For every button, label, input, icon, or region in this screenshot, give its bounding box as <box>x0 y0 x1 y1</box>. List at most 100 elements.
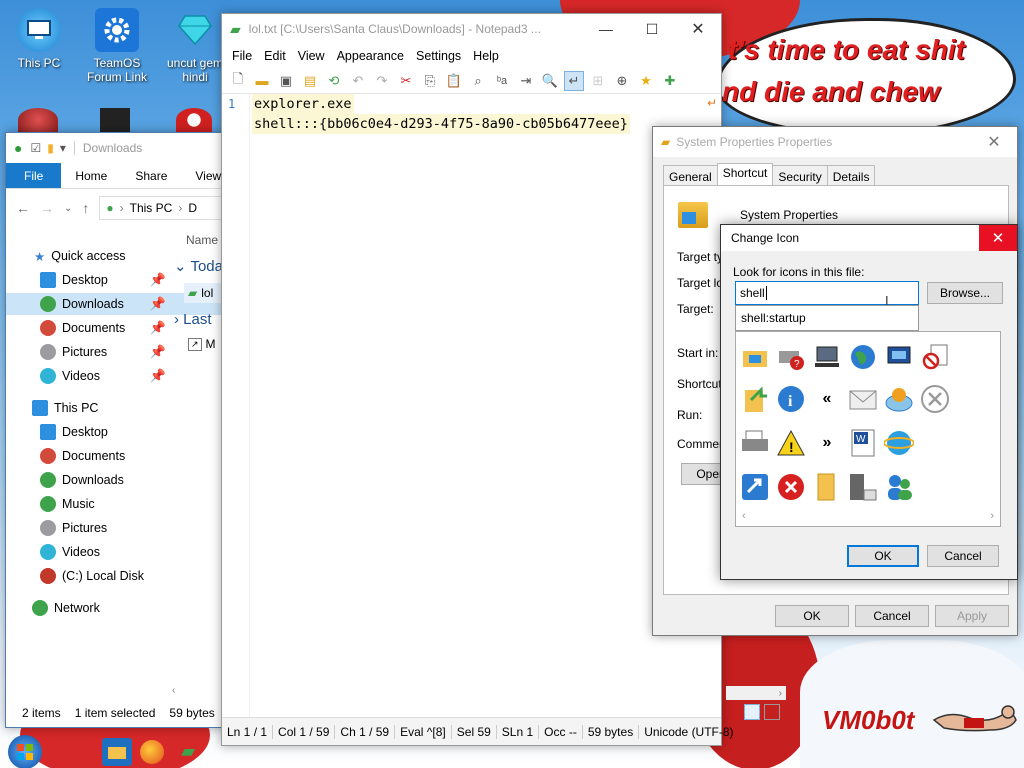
shortcut-arrow-icon[interactable] <box>738 470 772 504</box>
back-arrow-icon[interactable]: ← <box>16 200 30 216</box>
nav-music[interactable]: Music <box>6 493 226 515</box>
network-computer-icon[interactable] <box>810 340 844 374</box>
info-icon[interactable]: i <box>774 382 808 416</box>
group-last[interactable]: › Last <box>174 311 212 328</box>
desktop-icon-teamos[interactable]: TeamOS Forum Link <box>78 8 156 84</box>
cancel-button[interactable]: Cancel <box>855 605 929 627</box>
pin-icon[interactable]: 📌 <box>150 296 166 312</box>
zoom-icon[interactable]: 🔍 <box>540 71 560 91</box>
status-col[interactable]: Col 1 / 59 <box>273 724 336 739</box>
network-basket-icon[interactable] <box>882 382 916 416</box>
favorites-icon[interactable]: ★ <box>636 71 656 91</box>
status-eval[interactable]: Eval ^[8] <box>395 724 452 739</box>
nav-this-pc[interactable]: This PC <box>6 397 226 419</box>
status-occ[interactable]: Occ -- <box>539 724 583 739</box>
windows-start-icon[interactable] <box>8 734 42 768</box>
fold-icon[interactable]: ⊞ <box>588 71 608 91</box>
chevron-down-icon[interactable]: ▾ <box>60 141 66 155</box>
mail-envelope-icon[interactable] <box>846 382 880 416</box>
file-row-m[interactable]: ↗ M <box>188 337 216 351</box>
status-sel[interactable]: Sel 59 <box>452 724 497 739</box>
ok-button[interactable]: OK <box>775 605 849 627</box>
menu-settings[interactable]: Settings <box>410 49 467 63</box>
nav-videos[interactable]: Videos <box>6 541 226 563</box>
nav-network[interactable]: Network <box>6 597 226 619</box>
server-computer-icon[interactable] <box>846 470 880 504</box>
firefox-icon[interactable] <box>140 739 164 764</box>
explorer-titlebar[interactable]: ● ☑ ▮ ▾ Downloads <box>6 133 228 163</box>
folder-arrow-icon[interactable] <box>738 382 772 416</box>
revert-icon[interactable]: ⟲ <box>324 71 344 91</box>
details-view-icon[interactable] <box>744 704 760 720</box>
close-button[interactable]: ✕ <box>675 14 721 44</box>
find-icon[interactable]: ⌕ <box>468 71 488 91</box>
status-encoding[interactable]: Unicode (UTF-8) <box>639 725 738 739</box>
scroll-left-arrow-icon[interactable]: ‹ <box>742 510 746 526</box>
recent-locations-chevron-icon[interactable]: ⌄ <box>64 203 72 214</box>
copy-icon[interactable]: ⎘ <box>420 71 440 91</box>
nav-downloads[interactable]: Downloads <box>6 469 226 491</box>
status-ln[interactable]: Ln 1 / 1 <box>222 724 274 739</box>
group-today[interactable]: ⌄ Toda <box>174 257 223 275</box>
cancel-button[interactable]: Cancel <box>927 545 999 567</box>
breadcrumb-downloads[interactable]: D <box>188 201 197 215</box>
printer-help-icon[interactable]: ? <box>774 340 808 374</box>
paste-icon[interactable]: 📋 <box>444 71 464 91</box>
address-bar[interactable]: ● › This PC › D <box>99 196 238 220</box>
goto-icon[interactable]: ⇥ <box>516 71 536 91</box>
new-file-icon[interactable]: 🗋 <box>228 71 248 91</box>
save-icon[interactable]: ▣ <box>276 71 296 91</box>
open-folder-icon[interactable]: ▬ <box>252 71 272 91</box>
save-as-icon[interactable]: ▤ <box>300 71 320 91</box>
folder-open-icon[interactable] <box>810 470 844 504</box>
nav-local-disk[interactable]: (C:) Local Disk <box>6 565 226 587</box>
scroll-right-arrow-icon[interactable]: › <box>990 510 994 526</box>
internet-explorer-icon[interactable] <box>882 426 916 460</box>
large-icons-view-icon[interactable] <box>764 704 780 720</box>
remove-circle-icon[interactable] <box>918 382 952 416</box>
nav-pictures[interactable]: Pictures <box>6 517 226 539</box>
menu-file[interactable]: File <box>226 49 258 63</box>
error-icon[interactable] <box>774 470 808 504</box>
printer-icon[interactable] <box>738 426 772 460</box>
folder-icon[interactable]: ▮ <box>47 141 54 155</box>
browse-button[interactable]: Browse... <box>927 282 1003 304</box>
add-favorite-icon[interactable]: ✚ <box>660 71 680 91</box>
breadcrumb-this-pc[interactable]: This PC <box>130 201 173 215</box>
menu-appearance[interactable]: Appearance <box>331 49 410 63</box>
undo-icon[interactable]: ↶ <box>348 71 368 91</box>
apply-button[interactable]: Apply <box>935 605 1009 627</box>
globe-icon[interactable] <box>846 340 880 374</box>
editor-area[interactable]: 1 explorer.exe shell:::{bb06c0e4-d293-4f… <box>222 94 721 717</box>
nav-documents[interactable]: Documents <box>6 445 226 467</box>
double-chevron-right-icon[interactable]: » <box>810 426 844 460</box>
word-wrap-icon[interactable]: ↵ <box>564 70 584 91</box>
close-button[interactable]: ✕ <box>979 225 1017 251</box>
ok-button[interactable]: OK <box>847 545 919 567</box>
warning-icon[interactable]: ! <box>774 426 808 460</box>
status-bytes[interactable]: 59 bytes <box>583 724 640 739</box>
users-icon[interactable] <box>882 470 916 504</box>
checkbox-icon[interactable]: ☑ <box>30 141 41 155</box>
folder-windows-icon[interactable] <box>738 340 772 374</box>
autocomplete-suggestion[interactable]: shell:startup <box>735 305 919 331</box>
maximize-button[interactable]: ☐ <box>629 14 675 44</box>
column-header-name[interactable]: Name <box>186 233 218 247</box>
nav-videos-quick[interactable]: Videos 📌 <box>6 365 226 387</box>
zoom-in-icon[interactable]: ⊕ <box>612 71 632 91</box>
tab-file[interactable]: File <box>6 163 62 188</box>
display-window-icon[interactable] <box>882 340 916 374</box>
notepad-titlebar[interactable]: ▰ lol.txt [C:\Users\Santa Claus\Download… <box>222 14 721 44</box>
forward-arrow-icon[interactable]: → <box>40 200 54 216</box>
menu-edit[interactable]: Edit <box>258 49 292 63</box>
double-chevron-left-icon[interactable]: « <box>810 382 844 416</box>
icon-file-input[interactable]: shell <box>735 281 919 305</box>
tab-home[interactable]: Home <box>61 163 121 188</box>
desktop-icon-this-pc[interactable]: This PC <box>0 8 78 70</box>
redo-icon[interactable]: ↷ <box>372 71 392 91</box>
minimize-button[interactable]: — <box>583 14 629 44</box>
up-arrow-icon[interactable]: ↑ <box>82 200 89 216</box>
replace-icon[interactable]: ᵇa <box>492 71 512 91</box>
pin-icon[interactable]: 📌 <box>150 368 166 384</box>
scroll-right-arrow-icon[interactable]: › <box>726 686 786 700</box>
